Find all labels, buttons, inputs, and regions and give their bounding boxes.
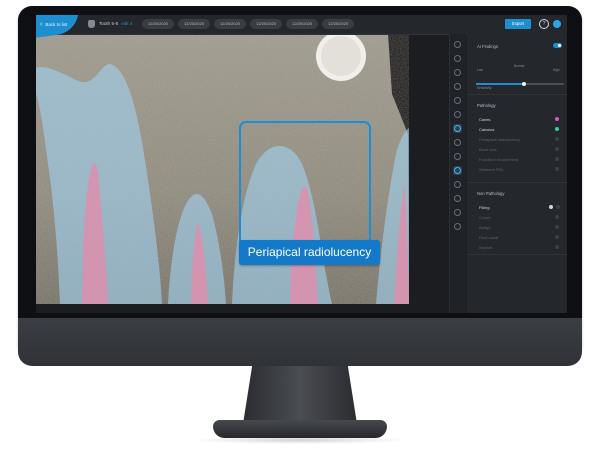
contrast-tool-icon[interactable] bbox=[453, 82, 462, 91]
back-button[interactable]: ‹ Back to list bbox=[40, 19, 84, 30]
top-bar: ‹ Back to list Tooth 5-8 edit 4 12/20/202… bbox=[36, 15, 567, 39]
pathology-item-bone-loss[interactable]: Bone loss bbox=[479, 147, 497, 152]
slider-label-high: High bbox=[553, 68, 560, 72]
crown-color-dot[interactable] bbox=[555, 215, 559, 219]
invert-tool-icon[interactable] bbox=[453, 124, 462, 133]
history-tool-icon[interactable] bbox=[453, 194, 462, 203]
rotate-tool-icon[interactable] bbox=[453, 40, 462, 49]
tool-strip bbox=[449, 34, 466, 313]
tooth-subtitle[interactable]: edit 4 bbox=[121, 21, 132, 26]
non-pathology-item-root-canal[interactable]: Root canal bbox=[479, 235, 498, 240]
widened-pdl-color-dot[interactable] bbox=[555, 167, 559, 171]
slider-knob[interactable] bbox=[522, 81, 526, 86]
grid-tool-icon[interactable] bbox=[453, 222, 462, 231]
annotate-tool-icon[interactable] bbox=[453, 138, 462, 147]
pathology-item-furcation[interactable]: Furcation involvement bbox=[479, 157, 518, 162]
stand-shadow bbox=[190, 436, 410, 444]
help-icon[interactable]: ? bbox=[539, 19, 549, 29]
date-tab[interactable]: 12/20/2020 bbox=[214, 19, 247, 29]
slider-label-low: Low bbox=[477, 68, 483, 72]
non-pathology-title: Non Pathology bbox=[477, 191, 505, 196]
slider-label-normal: Normal bbox=[514, 64, 525, 68]
pathology-section: Pathology Caries Calculus Periapical rad… bbox=[467, 94, 567, 183]
non-pathology-item-bridge[interactable]: Bridge bbox=[479, 225, 491, 230]
pathology-title: Pathology bbox=[477, 103, 496, 108]
implant-color-dot[interactable] bbox=[555, 245, 559, 249]
periapical-color-dot[interactable] bbox=[555, 137, 559, 141]
filling-visibility-icon[interactable] bbox=[556, 205, 560, 209]
zoom-tool-icon[interactable] bbox=[453, 68, 462, 77]
visit-date-tabs: 12/20/2020 12/20/2020 12/20/2020 12/20/2… bbox=[142, 19, 355, 29]
date-tab[interactable]: 12/20/2020 bbox=[142, 19, 175, 29]
bone-loss-color-dot[interactable] bbox=[555, 147, 559, 151]
non-pathology-item-filling[interactable]: Filling bbox=[479, 205, 489, 210]
finding-callout[interactable]: Periapical radiolucency bbox=[239, 240, 380, 265]
sensitivity-slider[interactable] bbox=[476, 81, 564, 86]
tooth-title: Tooth 5-8 edit 4 bbox=[99, 21, 132, 26]
findings-panel: AI Findings Low Normal High Sensitivity … bbox=[467, 34, 567, 313]
date-tab[interactable]: 12/20/2020 bbox=[178, 19, 211, 29]
non-pathology-item-crown[interactable]: Crown bbox=[479, 215, 491, 220]
sensitivity-label: Sensitivity bbox=[477, 86, 492, 90]
date-tab[interactable]: 12/20/2020 bbox=[322, 19, 355, 29]
measure-tool-icon[interactable] bbox=[453, 110, 462, 119]
pathology-item-periapical[interactable]: Periapical radiolucency bbox=[479, 137, 520, 142]
bridge-color-dot[interactable] bbox=[555, 225, 559, 229]
furcation-color-dot[interactable] bbox=[555, 157, 559, 161]
ai-findings-title: AI Findings bbox=[477, 44, 498, 49]
pathology-item-caries[interactable]: Caries bbox=[479, 117, 491, 122]
back-label: Back to list bbox=[45, 22, 68, 27]
date-tab[interactable]: 12/20/2020 bbox=[286, 19, 319, 29]
arrow-left-icon: ‹ bbox=[40, 21, 43, 28]
filling-color-dot[interactable] bbox=[549, 205, 553, 209]
pen-tool-icon[interactable] bbox=[453, 54, 462, 63]
non-pathology-section: Non Pathology Filling Crown Bridge Root … bbox=[467, 182, 567, 255]
settings-tool-icon[interactable] bbox=[453, 208, 462, 217]
brightness-tool-icon[interactable] bbox=[453, 96, 462, 105]
avatar[interactable] bbox=[553, 20, 561, 28]
export-button[interactable]: Export bbox=[505, 19, 531, 29]
select-tool-icon[interactable] bbox=[453, 166, 462, 175]
app-screen: ‹ Back to list Tooth 5-8 edit 4 12/20/202… bbox=[36, 15, 567, 313]
calculus-color-dot[interactable] bbox=[555, 127, 559, 131]
non-pathology-item-implant[interactable]: Implant bbox=[479, 245, 492, 250]
ai-findings-toggle[interactable] bbox=[553, 43, 562, 48]
tooth-icon bbox=[88, 20, 95, 28]
root-canal-color-dot[interactable] bbox=[555, 235, 559, 239]
caries-color-dot[interactable] bbox=[555, 117, 559, 121]
ruler-tool-icon[interactable] bbox=[453, 152, 462, 161]
monitor-chin bbox=[18, 318, 582, 366]
slider-fill bbox=[476, 83, 524, 85]
monitor-stand-neck bbox=[243, 366, 357, 424]
pathology-item-calculus[interactable]: Calculus bbox=[479, 127, 494, 132]
pathology-item-widened-pdl[interactable]: Widened PDL bbox=[479, 167, 504, 172]
layers-tool-icon[interactable] bbox=[453, 180, 462, 189]
ai-findings-section: AI Findings Low Normal High Sensitivity bbox=[467, 34, 567, 95]
tooth-title-text: Tooth 5-8 bbox=[99, 21, 119, 26]
date-tab[interactable]: 12/20/2020 bbox=[250, 19, 283, 29]
